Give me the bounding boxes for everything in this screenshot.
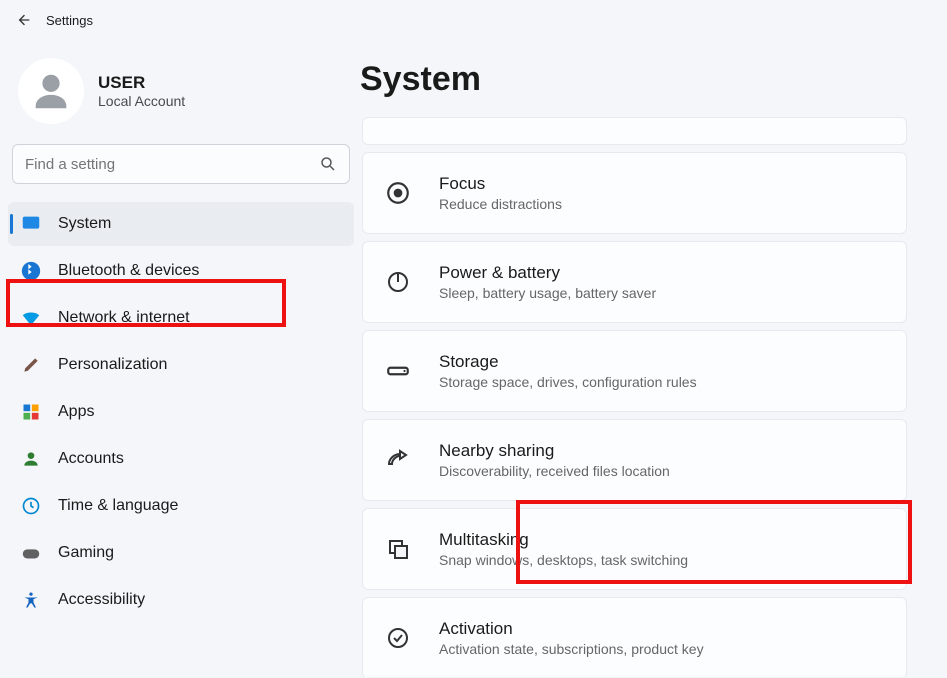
- card-sub: Sleep, battery usage, battery saver: [439, 285, 656, 301]
- clock-icon: [20, 495, 42, 517]
- sidebar-item-accounts[interactable]: Accounts: [8, 437, 354, 481]
- sidebar-item-label: Apps: [58, 403, 94, 421]
- bluetooth-icon: [20, 260, 42, 282]
- storage-icon: [383, 356, 413, 386]
- card-title: Storage: [439, 352, 697, 372]
- card-nearby[interactable]: Nearby sharing Discoverability, received…: [362, 419, 907, 501]
- multitask-icon: [383, 534, 413, 564]
- sidebar-item-label: Accounts: [58, 450, 124, 468]
- focus-icon: [383, 178, 413, 208]
- back-button[interactable]: [8, 4, 40, 36]
- sidebar: USER Local Account System Bluetooth & de…: [0, 40, 360, 678]
- sidebar-item-label: Gaming: [58, 544, 114, 562]
- gamepad-icon: [20, 542, 42, 564]
- card-activation[interactable]: Activation Activation state, subscriptio…: [362, 597, 907, 677]
- sidebar-item-bluetooth[interactable]: Bluetooth & devices: [8, 249, 354, 293]
- window-title: Settings: [46, 13, 93, 28]
- sidebar-item-network[interactable]: Network & internet: [8, 296, 354, 340]
- share-icon: [383, 445, 413, 475]
- card-sub: Storage space, drives, configuration rul…: [439, 374, 697, 390]
- card-title: Focus: [439, 174, 562, 194]
- sidebar-item-label: Accessibility: [58, 591, 145, 609]
- titlebar: Settings: [0, 0, 947, 40]
- page-title: System: [360, 60, 947, 117]
- sidebar-item-personalization[interactable]: Personalization: [8, 343, 354, 387]
- check-icon: [383, 623, 413, 653]
- search-icon: [319, 155, 337, 173]
- user-icon: [28, 68, 74, 114]
- sidebar-item-label: Personalization: [58, 356, 167, 374]
- sidebar-item-time[interactable]: Time & language: [8, 484, 354, 528]
- card-title: Activation: [439, 619, 704, 639]
- sidebar-item-apps[interactable]: Apps: [8, 390, 354, 434]
- profile-name: USER: [98, 73, 185, 93]
- apps-icon: [20, 401, 42, 423]
- search-input[interactable]: [25, 156, 319, 173]
- avatar: [18, 58, 84, 124]
- card-multitasking[interactable]: Multitasking Snap windows, desktops, tas…: [362, 508, 907, 590]
- sidebar-nav: System Bluetooth & devices Network & int…: [8, 202, 354, 622]
- monitor-icon: [20, 213, 42, 235]
- card-title: Multitasking: [439, 530, 688, 550]
- sidebar-item-system[interactable]: System: [8, 202, 354, 246]
- power-icon: [383, 267, 413, 297]
- wifi-icon: [20, 307, 42, 329]
- search-box[interactable]: [12, 144, 350, 184]
- card-focus[interactable]: Focus Reduce distractions: [362, 152, 907, 234]
- card-sub: Snap windows, desktops, task switching: [439, 552, 688, 568]
- card-title: Power & battery: [439, 263, 656, 283]
- card-sub: Reduce distractions: [439, 196, 562, 212]
- brush-icon: [20, 354, 42, 376]
- main-pane: System Focus Reduce distractions Power &…: [360, 40, 947, 678]
- settings-cards[interactable]: Focus Reduce distractions Power & batter…: [360, 117, 947, 677]
- profile-block[interactable]: USER Local Account: [8, 48, 354, 144]
- accessibility-icon: [20, 589, 42, 611]
- sidebar-item-label: Time & language: [58, 497, 178, 515]
- sidebar-item-label: Network & internet: [58, 309, 190, 327]
- sidebar-item-label: System: [58, 215, 111, 233]
- card-storage[interactable]: Storage Storage space, drives, configura…: [362, 330, 907, 412]
- account-icon: [20, 448, 42, 470]
- card-power[interactable]: Power & battery Sleep, battery usage, ba…: [362, 241, 907, 323]
- arrow-left-icon: [16, 12, 32, 28]
- sidebar-item-gaming[interactable]: Gaming: [8, 531, 354, 575]
- sidebar-item-accessibility[interactable]: Accessibility: [8, 578, 354, 622]
- card-sub: Discoverability, received files location: [439, 463, 670, 479]
- sidebar-item-label: Bluetooth & devices: [58, 262, 199, 280]
- card-partial-prev[interactable]: [362, 117, 907, 145]
- card-title: Nearby sharing: [439, 441, 670, 461]
- card-sub: Activation state, subscriptions, product…: [439, 641, 704, 657]
- profile-sub: Local Account: [98, 93, 185, 109]
